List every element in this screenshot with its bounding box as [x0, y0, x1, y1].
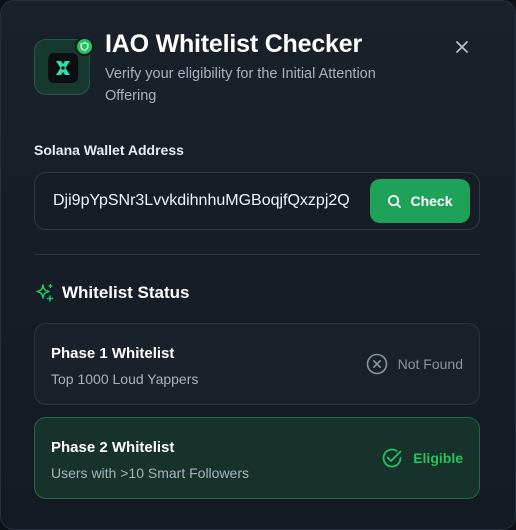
page-title: IAO Whitelist Checker [105, 30, 362, 58]
whitelist-checker-modal: IAO Whitelist Checker Verify your eligib… [0, 0, 516, 530]
check-circle-icon [382, 448, 402, 468]
phase-description: Top 1000 Loud Yappers [51, 371, 199, 387]
wallet-input-container: Check [34, 172, 480, 230]
shield-check-icon [75, 37, 94, 56]
phase-description: Users with >10 Smart Followers [51, 465, 250, 481]
sparkles-icon [36, 283, 54, 302]
close-icon [456, 41, 468, 53]
close-button[interactable] [452, 37, 472, 57]
page-subtitle: Verify your eligibility for the Initial … [105, 66, 376, 104]
wallet-address-input[interactable] [53, 173, 373, 229]
wallet-address-label: Solana Wallet Address [34, 142, 184, 158]
status-label: Not Found [397, 356, 463, 372]
status-label: Eligible [413, 450, 463, 466]
x-circle-icon [366, 353, 387, 375]
check-button-label: Check [410, 193, 453, 209]
divider [34, 254, 480, 255]
section-title: Whitelist Status [62, 283, 190, 302]
phase-title: Phase 2 Whitelist [51, 439, 175, 456]
status-badge: Eligible [381, 446, 463, 470]
phase-card-2: Phase 2 Whitelist Users with >10 Smart F… [34, 417, 480, 499]
phase-title: Phase 1 Whitelist [51, 345, 175, 362]
search-icon [388, 194, 402, 208]
status-badge: Not Found [366, 352, 463, 376]
phase-card-1: Phase 1 Whitelist Top 1000 Loud Yappers … [34, 323, 480, 405]
x-logo-icon [48, 53, 78, 83]
check-button[interactable]: Check [370, 179, 470, 223]
